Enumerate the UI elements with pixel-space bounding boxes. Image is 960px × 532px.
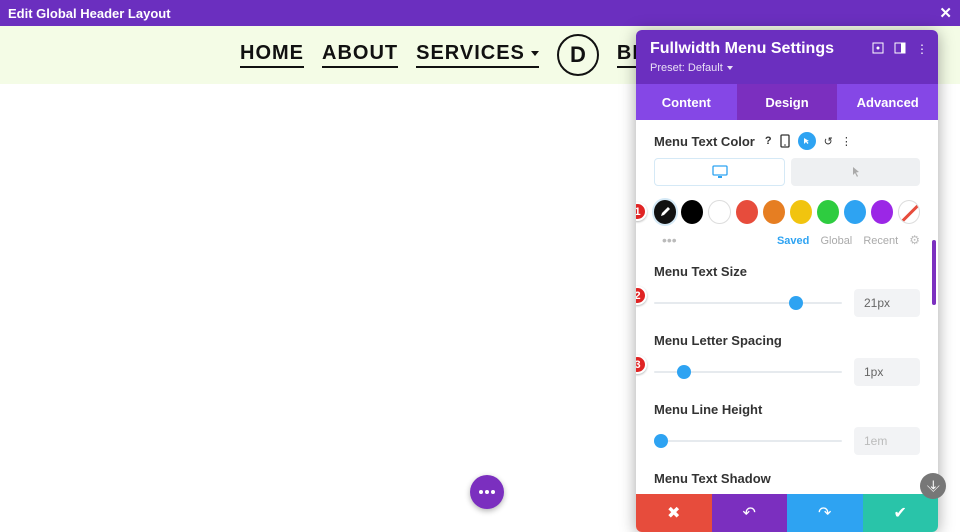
snap-icon[interactable]: [894, 42, 906, 56]
tab-advanced[interactable]: Advanced: [837, 84, 938, 120]
annotation-2: 2: [636, 286, 647, 305]
panel-footer: ✖ ↶ ↷ ✔: [636, 494, 938, 532]
swatch-current[interactable]: [654, 200, 676, 224]
reset-icon[interactable]: ↺: [824, 135, 833, 148]
saved-tab-global[interactable]: Global: [820, 235, 852, 247]
swatch-red[interactable]: [736, 200, 758, 224]
topbar: Edit Global Header Layout ✕: [0, 0, 960, 26]
saved-tab-saved[interactable]: Saved: [777, 235, 809, 247]
swatch-purple[interactable]: [871, 200, 893, 224]
panel-header[interactable]: Fullwidth Menu Settings Preset: Default …: [636, 30, 938, 84]
slider-letter-spacing[interactable]: [654, 371, 842, 373]
save-button[interactable]: ✔: [863, 494, 939, 532]
slider-knob[interactable]: [654, 434, 668, 448]
swatch-blue[interactable]: [844, 200, 866, 224]
toggle-desktop[interactable]: [654, 158, 785, 186]
label-line-height: Menu Line Height: [654, 402, 920, 417]
label-menu-text-color: Menu Text Color: [654, 134, 755, 149]
swatch-white[interactable]: [708, 200, 730, 224]
gear-icon[interactable]: ⚙: [909, 233, 920, 247]
swatch-transparent[interactable]: [898, 200, 920, 224]
expand-icon[interactable]: [872, 42, 884, 56]
nav-home[interactable]: HOME: [240, 42, 304, 68]
color-swatches: 1: [654, 200, 920, 224]
slider-line-height[interactable]: [654, 440, 842, 442]
close-icon[interactable]: ✕: [939, 4, 952, 22]
undo-button[interactable]: ↶: [712, 494, 788, 532]
panel-tabs: Content Design Advanced: [636, 84, 938, 120]
annotation-1: 1: [636, 202, 647, 221]
label-letter-spacing: Menu Letter Spacing: [654, 333, 920, 348]
chevron-down-icon: [531, 51, 539, 56]
toggle-hover[interactable]: [791, 158, 920, 186]
nav-about[interactable]: ABOUT: [322, 42, 398, 68]
cancel-button[interactable]: ✖: [636, 494, 712, 532]
scrollbar[interactable]: [932, 240, 936, 305]
swatch-green[interactable]: [817, 200, 839, 224]
slider-text-size[interactable]: [654, 302, 842, 304]
phone-icon[interactable]: [780, 134, 790, 148]
saved-tab-recent[interactable]: Recent: [863, 235, 898, 247]
tab-design[interactable]: Design: [737, 84, 838, 120]
logo[interactable]: D: [557, 34, 599, 76]
swatch-black[interactable]: [681, 200, 703, 224]
more-swatches-icon[interactable]: •••: [662, 232, 677, 248]
nav-services-label: SERVICES: [416, 42, 525, 65]
annotation-3: 3: [636, 355, 647, 374]
swatch-yellow[interactable]: [790, 200, 812, 224]
value-line-height[interactable]: 1em: [854, 427, 920, 455]
swatch-orange[interactable]: [763, 200, 785, 224]
tab-content[interactable]: Content: [636, 84, 737, 120]
help-icon[interactable]: ?: [765, 135, 772, 147]
topbar-title: Edit Global Header Layout: [8, 6, 171, 21]
field-more-icon[interactable]: ⋮: [841, 135, 852, 148]
fab-more[interactable]: [470, 475, 504, 509]
settings-panel: Fullwidth Menu Settings Preset: Default …: [636, 30, 938, 532]
slider-knob[interactable]: [677, 365, 691, 379]
label-menu-text-size: Menu Text Size: [654, 264, 920, 279]
panel-body: Menu Text Color ? ↺ ⋮ 1: [636, 120, 938, 494]
label-text-shadow: Menu Text Shadow: [654, 471, 920, 486]
more-icon[interactable]: ⋮: [916, 42, 928, 56]
value-letter-spacing[interactable]: 1px: [854, 358, 920, 386]
preset-selector[interactable]: Preset: Default: [650, 62, 733, 74]
slider-knob[interactable]: [789, 296, 803, 310]
value-text-size[interactable]: 21px: [854, 289, 920, 317]
redo-button[interactable]: ↷: [787, 494, 863, 532]
nav-services[interactable]: SERVICES: [416, 42, 539, 68]
hover-icon[interactable]: [798, 132, 816, 150]
